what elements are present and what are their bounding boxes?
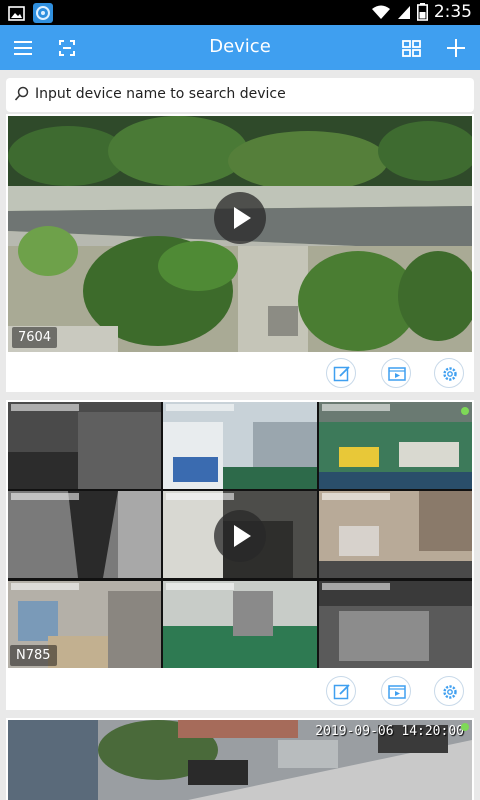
timestamp-overlay — [321, 582, 390, 590]
timestamp-overlay — [11, 404, 79, 411]
image-notification-icon — [8, 5, 25, 21]
camera-snapshot — [163, 580, 317, 668]
gear-icon — [443, 685, 457, 699]
playback-button[interactable] — [381, 676, 411, 706]
edit-button[interactable] — [326, 358, 356, 388]
settings-button[interactable] — [434, 358, 464, 388]
camera-snapshot — [318, 580, 472, 668]
device-card[interactable]: 7604 — [6, 114, 474, 392]
status-bar: 2:35 — [0, 0, 480, 25]
notification-icons — [8, 3, 53, 23]
play-button[interactable] — [214, 510, 266, 562]
camera-snapshot — [8, 402, 162, 489]
add-icon[interactable] — [443, 35, 469, 61]
camera-snapshot — [318, 402, 472, 489]
device-card[interactable]: 2019-09-06 14:20:00 — [6, 718, 474, 800]
timestamp-overlay — [321, 404, 390, 411]
play-icon — [234, 525, 251, 547]
device-card[interactable]: N785 — [6, 400, 474, 710]
signal-icon — [397, 6, 410, 19]
search-icon — [14, 86, 29, 101]
search-bar[interactable]: Input device name to search device — [6, 78, 474, 112]
video-preview[interactable]: 2019-09-06 14:20:00 — [8, 720, 472, 800]
timestamp-overlay — [166, 404, 235, 411]
app-notification-icon — [33, 3, 53, 23]
online-status-indicator — [461, 723, 469, 731]
device-name-label: N785 — [10, 645, 57, 666]
timestamp-overlay — [11, 493, 79, 501]
video-preview[interactable]: 7604 — [8, 116, 472, 352]
device-name-label: 7604 — [12, 327, 58, 348]
settings-button[interactable] — [434, 676, 464, 706]
play-button[interactable] — [214, 192, 266, 244]
device-list: Input device name to search device 7604 … — [0, 70, 480, 800]
device-toolbar — [6, 352, 474, 392]
clock-text: 2:35 — [433, 2, 472, 22]
timestamp-overlay — [321, 493, 390, 501]
playback-icon — [388, 367, 406, 381]
system-indicators: 2:35 — [371, 2, 472, 22]
edit-button[interactable] — [326, 676, 356, 706]
timestamp-overlay — [11, 582, 79, 590]
playback-button[interactable] — [381, 358, 411, 388]
camera-cell[interactable] — [8, 402, 162, 490]
device-toolbar — [6, 670, 474, 710]
camera-snapshot — [8, 491, 162, 579]
camera-cell[interactable] — [318, 580, 472, 668]
battery-icon — [416, 3, 428, 21]
search-input[interactable]: Input device name to search device — [35, 86, 286, 102]
camera-cell[interactable] — [8, 491, 162, 579]
play-icon — [234, 207, 251, 229]
timestamp-overlay — [166, 493, 235, 501]
playback-icon — [388, 685, 406, 699]
app-bar: Device — [0, 25, 480, 70]
edit-icon — [333, 366, 350, 382]
camera-cell[interactable] — [318, 402, 472, 489]
camera-cell[interactable] — [318, 491, 472, 579]
online-status-indicator — [461, 407, 469, 415]
edit-icon — [333, 684, 350, 700]
camera-cell[interactable] — [163, 402, 317, 489]
grid-view-icon[interactable] — [398, 35, 424, 61]
timestamp-overlay: 2019-09-06 14:20:00 — [315, 724, 464, 739]
wifi-icon — [371, 5, 390, 19]
camera-snapshot — [318, 491, 472, 579]
camera-cell[interactable] — [163, 580, 317, 668]
timestamp-overlay — [166, 582, 235, 590]
gear-icon — [443, 367, 457, 381]
camera-snapshot — [163, 402, 317, 489]
